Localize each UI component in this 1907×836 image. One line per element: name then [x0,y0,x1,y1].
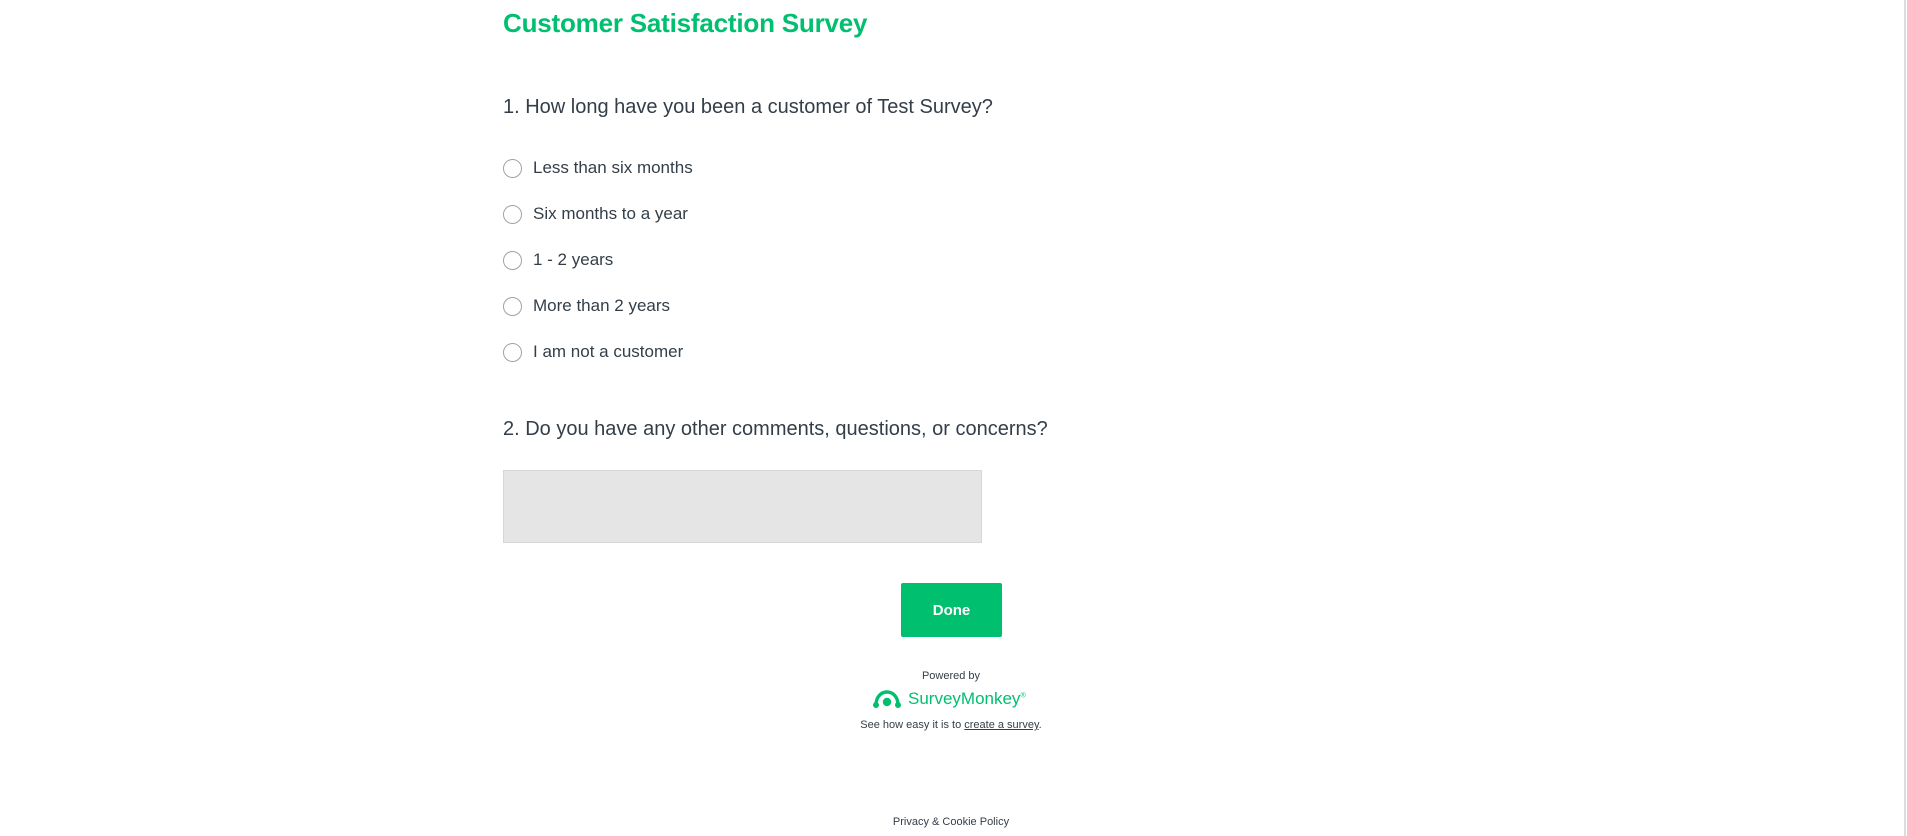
radio-option-1-2-years[interactable]: 1 - 2 years [503,245,613,275]
radio-label[interactable]: I am not a customer [533,342,683,362]
brand-name-text[interactable]: SurveyMonkey [908,689,1020,708]
radio-option-less-than-six-months[interactable]: Less than six months [503,153,693,183]
radio-unselected-icon[interactable] [503,204,522,224]
radio-unselected-icon[interactable] [503,250,522,270]
powered-by-label: Powered by [921,670,981,682]
brand-name[interactable]: SurveyMonkey® [908,689,1026,709]
radio-option-more-than-2-years[interactable]: More than 2 years [503,291,670,321]
privacy-cookie-policy-link[interactable]: Privacy & Cookie Policy [751,816,1151,828]
radio-label[interactable]: More than 2 years [533,296,670,316]
page-scrollbar[interactable] [1904,0,1906,836]
radio-option-six-months-to-a-year[interactable]: Six months to a year [503,199,688,229]
radio-unselected-icon[interactable] [503,296,522,316]
radio-unselected-icon[interactable] [503,342,522,362]
done-button[interactable]: Done [901,583,1002,637]
tagline-prefix: See how easy it is to [860,719,965,731]
comments-textarea[interactable] [503,470,982,543]
surveymonkey-logo-icon [873,690,901,708]
radio-label[interactable]: Six months to a year [533,204,688,224]
create-survey-tagline: See how easy it is to create a survey. [751,719,1151,731]
brand-trademark: ® [1020,692,1026,700]
radio-unselected-icon[interactable] [503,158,522,178]
survey-title: Customer Satisfaction Survey [503,8,868,38]
tagline-suffix: . [1038,719,1042,731]
question-1-title: 1. How long have you been a customer of … [503,96,993,118]
radio-label[interactable]: Less than six months [533,158,693,178]
radio-option-not-a-customer[interactable]: I am not a customer [503,337,683,367]
radio-label[interactable]: 1 - 2 years [533,250,613,270]
surveymonkey-brand-link[interactable]: SurveyMonkey® [872,686,1026,712]
create-survey-link[interactable]: create a survey [964,719,1038,731]
question-2-title: 2. Do you have any other comments, quest… [503,418,1048,440]
